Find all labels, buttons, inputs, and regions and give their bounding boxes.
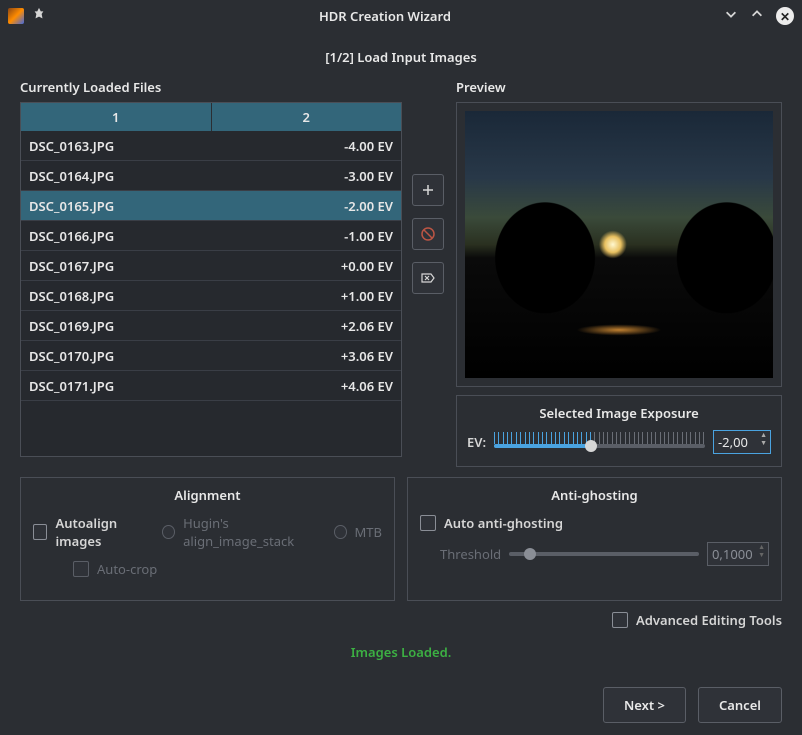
cell-filename: DSC_0167.JPG: [21, 251, 211, 280]
threshold-label: Threshold: [440, 545, 501, 563]
threshold-slider: [509, 552, 699, 556]
loaded-files-label: Currently Loaded Files: [20, 78, 402, 96]
cell-filename: DSC_0165.JPG: [21, 191, 211, 220]
table-row[interactable]: DSC_0166.JPG-1.00 EV: [21, 221, 401, 251]
ev-label: EV:: [467, 433, 486, 451]
autocrop-label: Auto-crop: [97, 560, 157, 578]
cell-filename: DSC_0166.JPG: [21, 221, 211, 250]
titlebar: HDR Creation Wizard ✕: [0, 0, 802, 32]
table-row[interactable]: DSC_0170.JPG+3.06 EV: [21, 341, 401, 371]
antighost-title: Anti-ghosting: [420, 486, 769, 504]
table-row[interactable]: DSC_0163.JPG-4.00 EV: [21, 131, 401, 161]
table-row[interactable]: DSC_0171.JPG+4.06 EV: [21, 371, 401, 401]
table-row[interactable]: DSC_0168.JPG+1.00 EV: [21, 281, 401, 311]
cell-ev: +4.06 EV: [211, 371, 401, 400]
cell-ev: -1.00 EV: [211, 221, 401, 250]
cancel-button[interactable]: Cancel: [698, 687, 782, 723]
auto-antighost-checkbox[interactable]: [420, 515, 436, 531]
pin-icon[interactable]: [32, 7, 46, 25]
mtb-radio: [334, 525, 347, 539]
autoalign-checkbox[interactable]: [33, 524, 47, 540]
files-table: 1 2 DSC_0163.JPG-4.00 EVDSC_0164.JPG-3.0…: [20, 102, 402, 457]
exposure-title: Selected Image Exposure: [467, 404, 771, 422]
autoalign-label: Autoalign images: [55, 514, 154, 550]
advanced-label: Advanced Editing Tools: [636, 611, 782, 629]
alignment-title: Alignment: [33, 486, 382, 504]
ev-slider[interactable]: [494, 432, 705, 452]
cell-filename: DSC_0163.JPG: [21, 131, 211, 160]
cell-filename: DSC_0171.JPG: [21, 371, 211, 400]
step-title: [1/2] Load Input Images: [20, 48, 782, 66]
auto-antighost-label: Auto anti-ghosting: [444, 514, 563, 532]
cell-filename: DSC_0170.JPG: [21, 341, 211, 370]
mtb-label: MTB: [355, 523, 382, 541]
app-icon: [8, 8, 24, 24]
exposure-panel: Selected Image Exposure EV: -2,00 ▲▼: [456, 395, 782, 467]
preview-frame: [456, 102, 782, 387]
alignment-panel: Alignment Autoalign images Hugin's align…: [20, 477, 395, 601]
next-button[interactable]: Next >: [603, 687, 686, 723]
preview-label: Preview: [456, 78, 782, 96]
ev-spinbox[interactable]: -2,00 ▲▼: [713, 430, 771, 454]
cell-ev: +3.06 EV: [211, 341, 401, 370]
hugin-radio: [162, 525, 175, 539]
status-text: Images Loaded.: [20, 643, 782, 661]
preview-image: [465, 111, 773, 378]
cell-ev: -4.00 EV: [211, 131, 401, 160]
table-row[interactable]: DSC_0165.JPG-2.00 EV: [21, 191, 401, 221]
table-row[interactable]: DSC_0169.JPG+2.06 EV: [21, 311, 401, 341]
maximize-icon[interactable]: [750, 7, 764, 25]
cell-filename: DSC_0164.JPG: [21, 161, 211, 190]
minimize-icon[interactable]: [724, 7, 738, 25]
cell-filename: DSC_0169.JPG: [21, 311, 211, 340]
remove-file-button[interactable]: [412, 218, 444, 250]
window-title: HDR Creation Wizard: [46, 7, 724, 25]
cell-filename: DSC_0168.JPG: [21, 281, 211, 310]
cell-ev: +0.00 EV: [211, 251, 401, 280]
col-header-2[interactable]: 2: [212, 103, 402, 131]
add-file-button[interactable]: [412, 174, 444, 206]
col-header-1[interactable]: 1: [21, 103, 212, 131]
close-icon[interactable]: ✕: [776, 7, 794, 25]
autocrop-checkbox: [73, 561, 89, 577]
advanced-checkbox[interactable]: [612, 612, 628, 628]
cell-ev: +1.00 EV: [211, 281, 401, 310]
cell-ev: -2.00 EV: [211, 191, 401, 220]
threshold-spinbox: 0,1000 ▲▼: [707, 542, 769, 566]
cell-ev: -3.00 EV: [211, 161, 401, 190]
table-row[interactable]: DSC_0167.JPG+0.00 EV: [21, 251, 401, 281]
clear-files-button[interactable]: [412, 262, 444, 294]
cell-ev: +2.06 EV: [211, 311, 401, 340]
hugin-label: Hugin's align_image_stack: [183, 514, 326, 550]
table-row[interactable]: DSC_0164.JPG-3.00 EV: [21, 161, 401, 191]
antighost-panel: Anti-ghosting Auto anti-ghosting Thresho…: [407, 477, 782, 601]
